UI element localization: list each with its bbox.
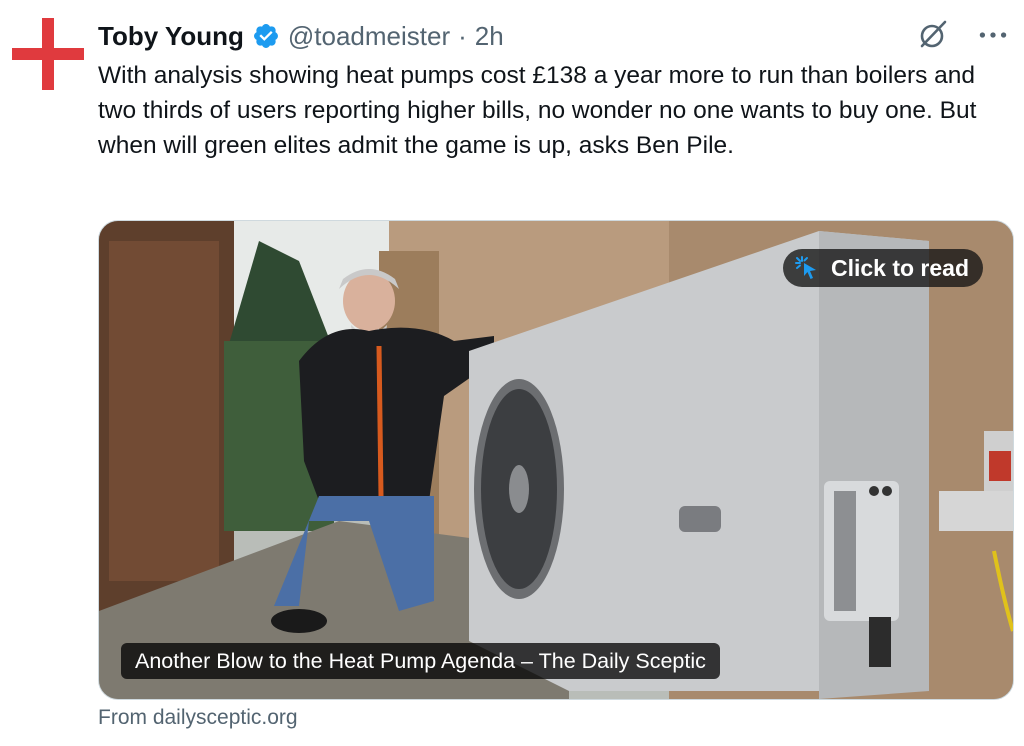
- timestamp[interactable]: 2h: [475, 21, 504, 52]
- verified-badge-icon[interactable]: [252, 22, 280, 50]
- grok-icon[interactable]: [916, 18, 950, 52]
- tweet-text: With analysis showing heat pumps cost £1…: [98, 62, 977, 159]
- link-card[interactable]: Click to read Another Blow to the Heat P…: [98, 220, 1014, 700]
- cursor-click-icon: [794, 255, 821, 281]
- tweet-header: Toby Young @toadmeister · 2h: [98, 16, 504, 56]
- header-actions: [916, 18, 1010, 52]
- more-icon[interactable]: [976, 18, 1010, 52]
- click-to-read-label: Click to read: [830, 254, 969, 281]
- separator: ·: [458, 20, 467, 51]
- card-source[interactable]: From dailysceptic.org: [98, 706, 298, 730]
- author-name[interactable]: Toby Young: [98, 21, 244, 52]
- avatar[interactable]: [12, 18, 84, 90]
- click-to-read-button[interactable]: Click to read: [782, 249, 983, 287]
- card-title[interactable]: Another Blow to the Heat Pump Agenda – T…: [121, 643, 720, 679]
- author-handle[interactable]: @toadmeister: [288, 21, 450, 52]
- card-image: [99, 221, 1013, 699]
